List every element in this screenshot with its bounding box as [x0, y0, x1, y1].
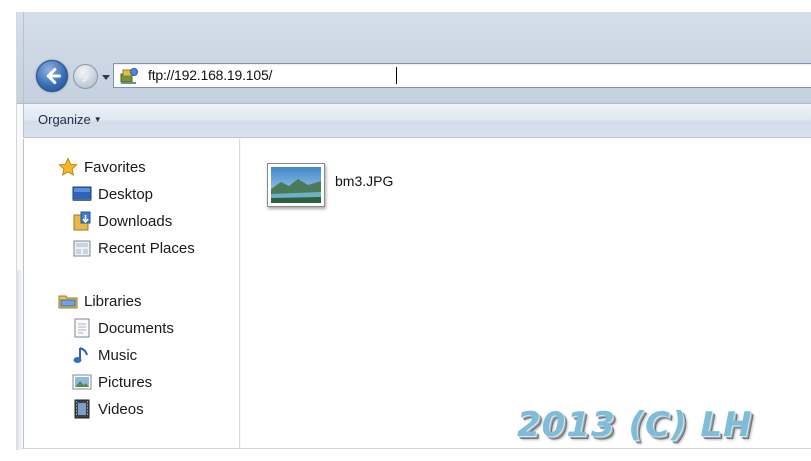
nav-item-pictures-label: Pictures — [98, 373, 153, 391]
nav-item-recent-places[interactable]: Recent Places — [72, 236, 195, 260]
nav-item-documents-label: Documents — [98, 319, 174, 337]
image-thumbnail[interactable] — [267, 163, 325, 207]
window-shadow — [16, 270, 22, 450]
back-button[interactable] — [36, 60, 68, 92]
nav-item-music[interactable]: Music — [72, 343, 137, 367]
address-bar[interactable]: ftp://192.168.19.105/ — [113, 63, 811, 88]
nav-item-documents[interactable]: Documents — [72, 316, 174, 340]
text-cursor — [396, 67, 397, 84]
desktop-icon — [72, 184, 92, 204]
videos-icon — [72, 399, 92, 419]
nav-libraries-label: Libraries — [84, 292, 142, 310]
nav-item-desktop-label: Desktop — [98, 185, 154, 203]
watermark-text: 2013 (C) LH — [517, 405, 753, 445]
address-url[interactable]: ftp://192.168.19.105/ — [148, 67, 272, 83]
nav-favorites[interactable]: Favorites — [58, 155, 146, 179]
recent-places-icon — [72, 238, 92, 258]
nav-libraries[interactable]: Libraries — [58, 289, 142, 313]
chevron-down-icon: ▼ — [93, 115, 102, 124]
documents-icon — [72, 318, 92, 338]
forward-arrow-icon — [79, 70, 89, 83]
organize-label: Organize — [38, 112, 91, 127]
nav-item-videos-label: Videos — [98, 400, 144, 418]
ftp-site-icon — [120, 68, 138, 84]
nav-item-pictures[interactable]: Pictures — [72, 370, 152, 394]
forward-button[interactable] — [73, 64, 98, 89]
downloads-icon — [72, 211, 92, 231]
recent-pages-dropdown-icon[interactable] — [101, 72, 111, 82]
file-list: bm3.JPG — [241, 139, 811, 448]
nav-item-downloads[interactable]: Downloads — [72, 209, 172, 233]
nav-item-downloads-label: Downloads — [98, 212, 173, 230]
music-icon — [72, 345, 92, 365]
nav-item-videos[interactable]: Videos — [72, 397, 144, 421]
file-item[interactable]: bm3.JPG — [267, 163, 393, 207]
star-icon — [58, 157, 78, 177]
navigation-pane: Favorites Desktop Downloads Recent Place… — [23, 139, 240, 448]
back-arrow-icon — [46, 67, 61, 85]
command-bar: Organize ▼ — [23, 104, 811, 138]
explorer-window: ftp://192.168.19.105/ Organize ▼ Favorite… — [16, 12, 811, 449]
file-name: bm3.JPG — [335, 173, 394, 189]
nav-item-music-label: Music — [98, 346, 138, 364]
nav-item-desktop[interactable]: Desktop — [72, 182, 153, 206]
library-icon — [58, 291, 78, 311]
nav-favorites-label: Favorites — [84, 158, 146, 176]
organize-menu-button[interactable]: Organize ▼ — [38, 112, 102, 127]
nav-item-recent-places-label: Recent Places — [98, 239, 195, 257]
pictures-icon — [72, 372, 92, 392]
title-glass — [17, 12, 811, 104]
